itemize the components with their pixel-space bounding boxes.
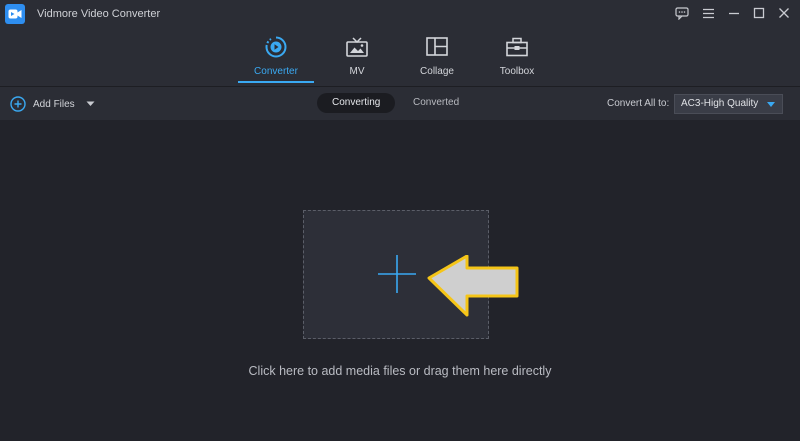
output-format-value: AC3-High Quality xyxy=(681,98,759,109)
drop-hint[interactable]: Click here to add media files or drag th… xyxy=(0,364,800,378)
tab-mv[interactable]: MV xyxy=(319,35,395,83)
app-logo-icon xyxy=(5,4,25,24)
segment-converting[interactable]: Converting xyxy=(317,93,396,113)
toolbar: Add Files Converting Converted Convert A… xyxy=(0,86,800,120)
tab-mv-label: MV xyxy=(349,66,365,77)
tab-toolbox-label: Toolbox xyxy=(499,66,535,77)
segment-converted[interactable]: Converted xyxy=(398,93,474,113)
app-title: Vidmore Video Converter xyxy=(37,8,161,20)
active-tab-indicator xyxy=(238,81,314,83)
mv-icon xyxy=(345,35,369,59)
menu-icon[interactable] xyxy=(700,5,716,21)
collage-icon xyxy=(425,35,449,59)
main-area: Click here to add media files or drag th… xyxy=(0,121,800,441)
tab-collage[interactable]: Collage xyxy=(399,35,475,83)
convert-all-label: Convert All to: xyxy=(607,98,670,109)
toolbox-icon xyxy=(505,35,529,59)
caret-down-icon xyxy=(767,102,775,107)
chevron-down-icon[interactable] xyxy=(86,101,95,107)
add-files-button[interactable]: Add Files xyxy=(10,95,95,113)
close-icon[interactable] xyxy=(776,5,792,21)
output-format-select[interactable]: AC3-High Quality xyxy=(674,94,783,114)
add-circle-icon xyxy=(10,96,26,112)
tab-toolbox[interactable]: Toolbox xyxy=(479,35,555,83)
maximize-icon[interactable] xyxy=(751,5,767,21)
tab-converter[interactable]: Converter xyxy=(238,35,314,83)
title-bar: Vidmore Video Converter Converter MV Col… xyxy=(0,0,800,86)
plus-icon xyxy=(378,255,416,293)
tab-collage-label: Collage xyxy=(420,66,454,77)
minimize-icon[interactable] xyxy=(726,5,742,21)
add-files-label: Add Files xyxy=(33,98,75,110)
annotation-arrow-icon xyxy=(427,255,519,317)
feedback-icon[interactable] xyxy=(674,5,690,21)
converter-icon xyxy=(264,35,288,59)
tab-converter-label: Converter xyxy=(254,66,298,77)
